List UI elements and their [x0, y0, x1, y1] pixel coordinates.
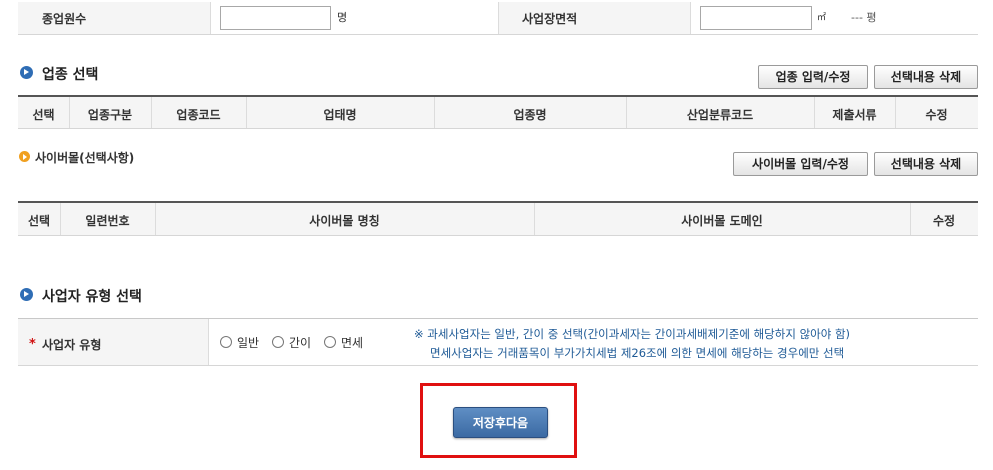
- industry-col-code: 업종코드: [176, 108, 221, 122]
- cybermall-col-serial: 일련번호: [85, 214, 130, 228]
- section-arrow-icon: [20, 66, 33, 79]
- radio-exempt[interactable]: [324, 336, 336, 348]
- business-type-note-line2: 면세사업자는 거래품목이 부가가치세법 제26조에 의한 면세에 해당하는 경우…: [430, 346, 845, 360]
- employees-unit: 명: [337, 11, 348, 24]
- radio-simplified-label: 간이: [289, 336, 312, 350]
- divider: [18, 235, 978, 236]
- area-label: 사업장면적: [522, 12, 578, 26]
- cybermall-col-domain: 사이버몰 도메인: [681, 214, 763, 228]
- cybermall-delete-button[interactable]: 선택내용 삭제: [874, 152, 978, 176]
- divider: [18, 34, 978, 35]
- area-unit: ㎡: [817, 13, 827, 23]
- business-type-label: 사업자 유형: [42, 338, 102, 352]
- cybermall-col-name: 사이버몰 명칭: [309, 214, 380, 228]
- cybermall-col-select: 선택: [27, 214, 51, 228]
- divider: [208, 319, 209, 365]
- divider: [18, 128, 978, 129]
- industry-col-industry-name: 업종명: [513, 108, 547, 122]
- industry-col-business-type: 업태명: [323, 108, 357, 122]
- industry-col-documents: 제출서류: [832, 108, 877, 122]
- radio-exempt-label: 면세: [341, 336, 364, 350]
- divider: [690, 2, 691, 34]
- employees-label: 종업원수: [42, 12, 87, 26]
- divider: [210, 2, 211, 34]
- cybermall-section-title: 사이버몰(선택사항): [35, 151, 135, 165]
- industry-col-category: 업종구분: [87, 108, 133, 122]
- industry-section-title: 업종 선택: [42, 67, 99, 83]
- section-arrow-icon: [20, 288, 33, 301]
- industry-delete-button[interactable]: 선택내용 삭제: [874, 65, 978, 89]
- radio-general-label: 일반: [237, 336, 260, 350]
- business-type-section-title: 사업자 유형 선택: [42, 289, 142, 305]
- divider: [18, 365, 978, 366]
- industry-col-select: 선택: [32, 108, 55, 122]
- divider: [498, 2, 499, 34]
- radio-general[interactable]: [220, 336, 232, 348]
- industry-col-edit: 수정: [925, 108, 948, 122]
- industry-input-button[interactable]: 업종 입력/수정: [758, 65, 868, 89]
- area-pyeong: --- 평: [851, 11, 877, 24]
- section-bullet-icon: [19, 151, 30, 162]
- cybermall-col-edit: 수정: [932, 214, 956, 228]
- radio-simplified[interactable]: [272, 336, 284, 348]
- save-next-button[interactable]: 저장후다음: [453, 407, 548, 438]
- business-type-note-line1: ※ 과세사업자는 일반, 간이 중 선택(간이과세자는 간이과세배제기준에 해당…: [414, 327, 851, 341]
- employees-input[interactable]: [220, 6, 331, 30]
- required-mark: *: [29, 337, 36, 352]
- area-input[interactable]: [700, 6, 812, 30]
- industry-col-classification-code: 산업분류코드: [686, 108, 754, 122]
- cybermall-input-button[interactable]: 사이버몰 입력/수정: [733, 152, 868, 176]
